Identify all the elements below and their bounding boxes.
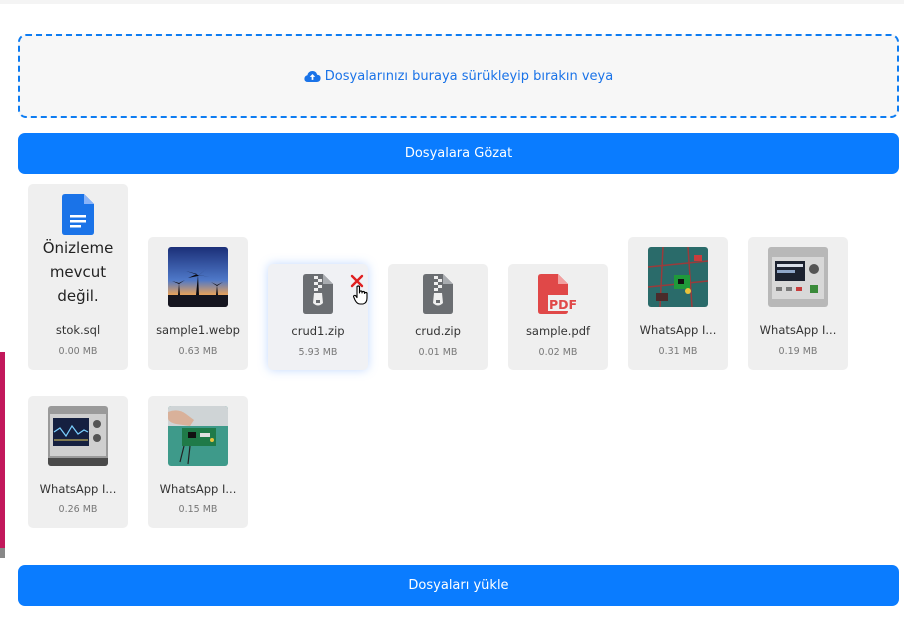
file-card[interactable]: WhatsApp I... 0.19 MB [748,237,848,370]
image-thumbnail [768,247,828,307]
image-thumbnail [168,406,228,466]
file-card[interactable]: sample1.webp 0.63 MB [148,237,248,370]
file-name: stok.sql [55,323,101,337]
file-size: 0.19 MB [778,346,818,357]
zip-file-icon [303,274,333,314]
image-thumbnail [48,406,108,466]
file-card[interactable]: crud.zip 0.01 MB [388,264,488,370]
file-size: 0.15 MB [178,504,218,515]
google-doc-icon [62,194,94,235]
file-size: 0.26 MB [58,504,98,515]
file-name: crud.zip [415,324,461,338]
file-card[interactable]: crud1.zip 5.93 MB [268,264,368,370]
hand-cursor-icon [353,285,368,305]
pdf-file-icon: PDF [538,274,578,314]
file-size: 0.01 MB [418,347,458,358]
browse-files-button[interactable]: Dosyalara Gözat [18,133,899,174]
zip-file-icon [423,274,453,314]
file-name: WhatsApp I... [39,482,117,496]
svg-text:PDF: PDF [549,297,577,312]
file-card[interactable]: Önizleme mevcut değil. stok.sql 0.00 MB [28,184,128,370]
file-name: WhatsApp I... [159,482,237,496]
file-name: WhatsApp I... [639,323,717,337]
file-card[interactable]: WhatsApp I... 0.31 MB [628,237,728,370]
dropzone-text: Dosyalarınızı buraya sürükleyip bırakın … [324,68,614,84]
file-size: 0.02 MB [538,347,578,358]
file-name: WhatsApp I... [759,323,837,337]
file-size: 0.00 MB [58,346,98,357]
background-window-edge-mark [0,548,5,558]
image-thumbnail [648,247,708,307]
top-edge [0,0,904,4]
file-card[interactable]: WhatsApp I... 0.15 MB [148,396,248,528]
no-preview-text: Önizleme mevcut değil. [42,239,114,305]
file-name: sample.pdf [525,324,591,338]
file-card[interactable]: WhatsApp I... 0.26 MB [28,396,128,528]
file-size: 5.93 MB [298,347,338,358]
upload-files-button[interactable]: Dosyaları yükle [18,565,899,606]
cloud-upload-icon [304,70,321,82]
image-thumbnail [168,247,228,307]
file-size: 0.63 MB [178,346,218,357]
file-size: 0.31 MB [658,346,698,357]
file-name: sample1.webp [156,323,240,337]
file-dropzone[interactable]: Dosyalarınızı buraya sürükleyip bırakın … [18,34,899,118]
file-name: crud1.zip [291,324,345,338]
background-window-edge [0,352,5,552]
file-card[interactable]: PDF sample.pdf 0.02 MB [508,264,608,370]
